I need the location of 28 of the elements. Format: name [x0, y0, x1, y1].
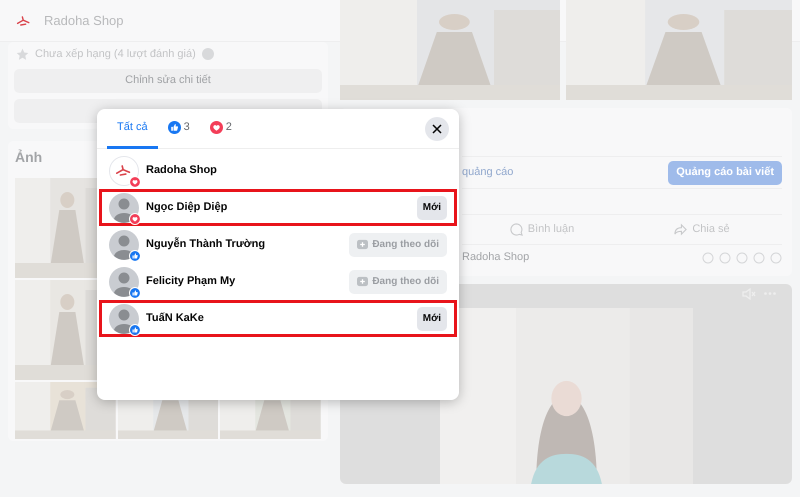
avatar: [109, 230, 139, 260]
person-name[interactable]: Felicity Phạm My: [146, 273, 236, 290]
logo-icon: [115, 164, 133, 177]
section-title: Ảnh: [15, 148, 44, 166]
person-name[interactable]: Radoha Shop: [146, 162, 217, 179]
star-icon: [16, 48, 29, 61]
reaction-tab[interactable]: Tất cả: [107, 108, 158, 148]
reaction-tab[interactable]: 2: [200, 108, 242, 148]
reaction-tab[interactable]: 3: [158, 108, 200, 148]
person-name[interactable]: TuấN KaKe: [146, 310, 204, 327]
avatar: [109, 266, 139, 296]
person-name[interactable]: Nguyễn Thành Trường: [146, 236, 266, 253]
share-icon: [674, 223, 688, 236]
comment-icon: [510, 223, 523, 236]
like-icon: [168, 120, 181, 134]
follow-icon: [357, 276, 368, 287]
new-button[interactable]: Mới: [416, 306, 447, 330]
new-button[interactable]: Mới: [416, 196, 447, 220]
person-name[interactable]: Ngọc Diệp Diệp: [146, 199, 228, 216]
close-icon: [432, 124, 442, 134]
follow-icon: [357, 239, 368, 250]
avatar: [109, 304, 139, 334]
info-icon: [202, 48, 214, 60]
page-name: Radoha Shop: [44, 12, 124, 30]
ad-text: quảng cáo: [462, 165, 514, 180]
logo-icon: [16, 14, 32, 26]
avatar: [109, 192, 139, 222]
close-button[interactable]: [425, 116, 449, 140]
